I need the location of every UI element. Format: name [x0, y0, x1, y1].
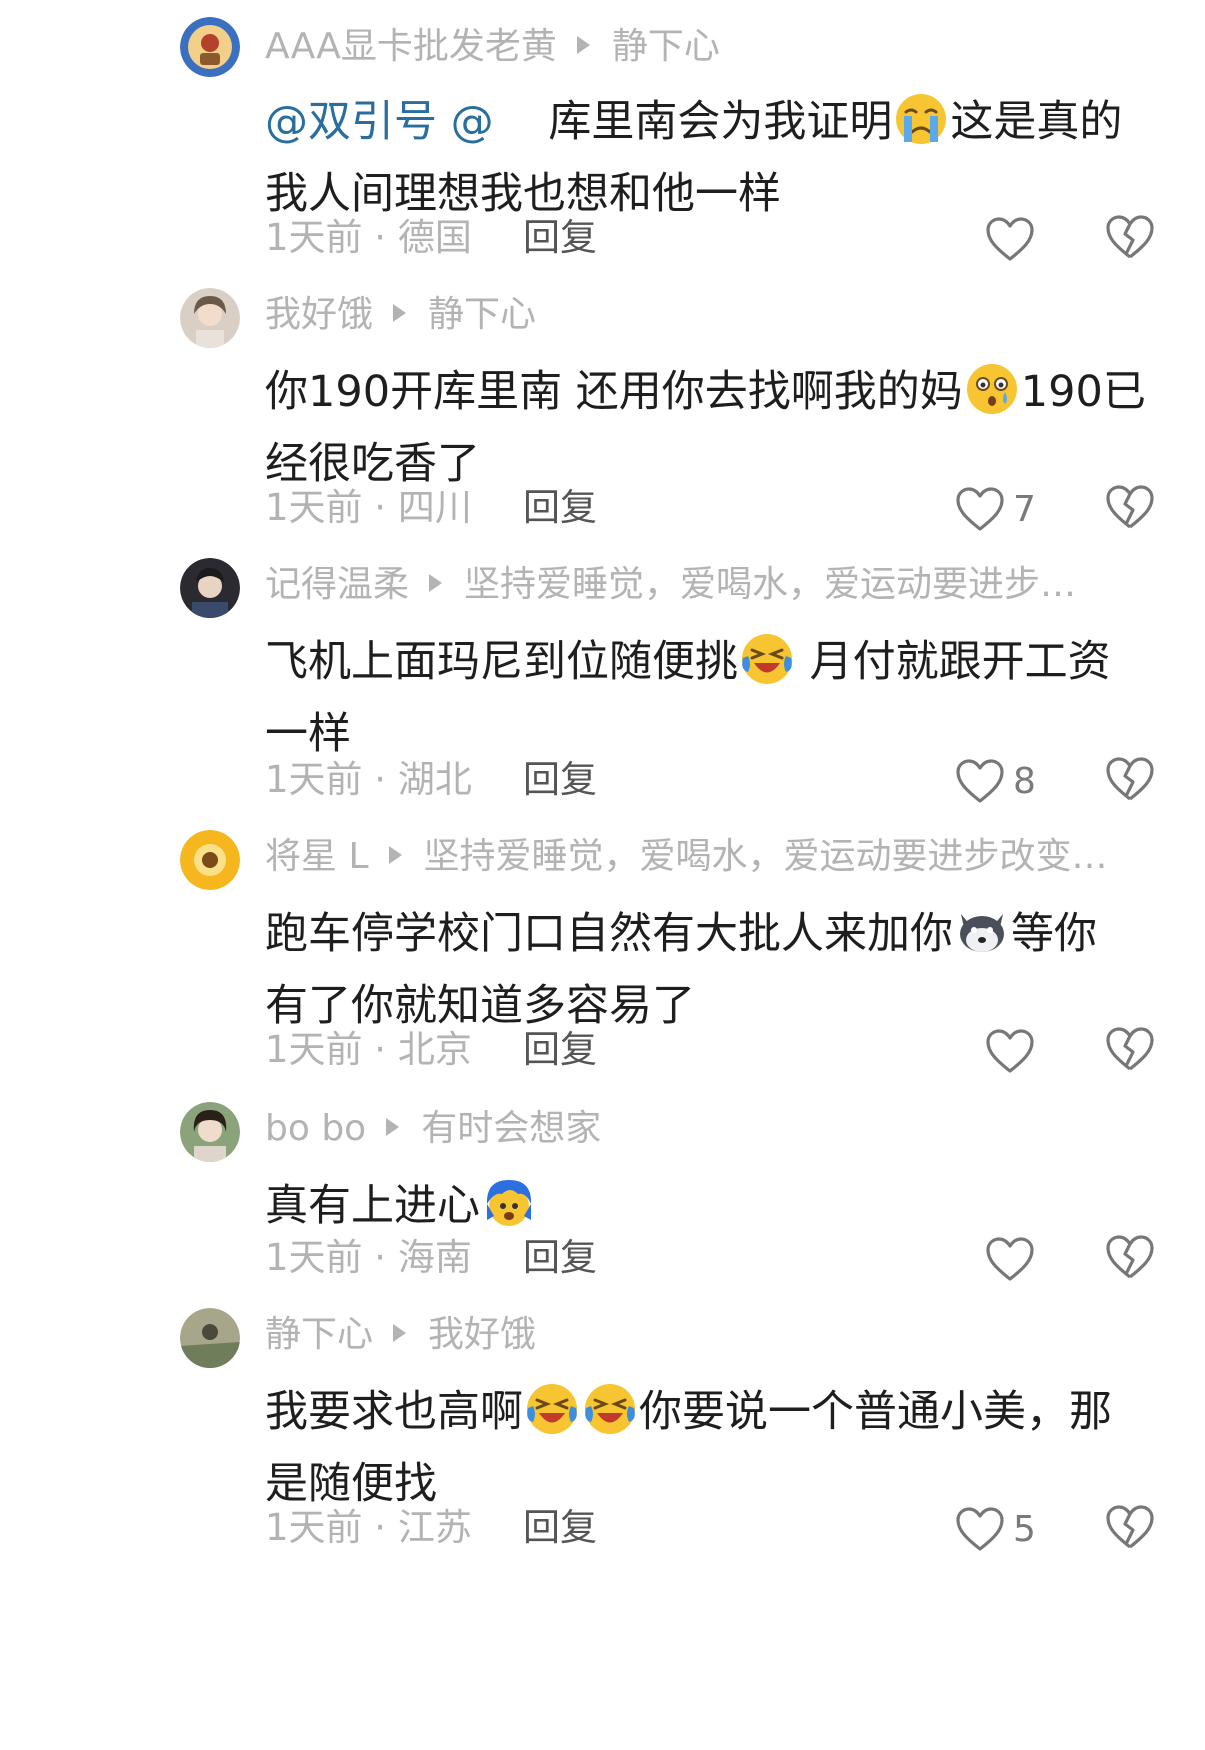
reply-to-username[interactable]: 我好饿: [428, 1314, 536, 1355]
broken-heart-icon: [1105, 1234, 1155, 1280]
reply-to-username[interactable]: 坚持爱睡觉，爱喝水，爱运动要进步…: [464, 564, 1076, 605]
comment-text: 飞机上面玛尼到位随便挑 月付就跟开工资 一样: [265, 626, 1165, 770]
reply-button[interactable]: 回复: [523, 1020, 597, 1080]
comment-text-segment: 等你: [1011, 909, 1097, 959]
reply-button[interactable]: 回复: [523, 208, 597, 268]
like-button[interactable]: 7: [955, 484, 1043, 534]
comment-meta: 我好饿 静下心: [265, 290, 536, 340]
comment-footer: 1天前 · 北京 回复: [265, 1020, 1165, 1080]
time-location: 1天前 · 德国: [265, 216, 472, 259]
comment-text-segment: 我要求也高啊: [265, 1387, 523, 1437]
heart-icon: [955, 758, 1005, 804]
comment-meta: AAA显卡批发老黄 静下心: [265, 22, 720, 72]
dislike-button[interactable]: [1105, 1234, 1155, 1284]
dislike-button[interactable]: [1105, 484, 1155, 534]
username[interactable]: bo bo: [265, 1108, 366, 1149]
comment-meta: 静下心 我好饿: [265, 1310, 536, 1360]
reply-button[interactable]: 回复: [523, 1228, 597, 1288]
comment-text-segment: 这是真的: [950, 97, 1123, 147]
like-button[interactable]: 5: [955, 1504, 1043, 1554]
comment-footer: 1天前 · 德国 回复: [265, 208, 1165, 268]
heart-icon: [955, 1506, 1005, 1552]
username[interactable]: 记得温柔: [265, 564, 409, 605]
reply-arrow-icon: [388, 846, 402, 864]
username[interactable]: 静下心: [265, 1314, 373, 1355]
heart-icon: [985, 216, 1035, 262]
comment-text-segment: 190已: [1020, 367, 1146, 417]
comment-footer: 1天前 · 四川 回复 7: [265, 478, 1165, 538]
time-location: 1天前 · 海南: [265, 1236, 472, 1279]
reply-to-username[interactable]: 静下心: [612, 26, 720, 67]
like-count: 7: [1013, 488, 1036, 530]
comment-text-segment: 你要说一个普通小美，那: [639, 1387, 1112, 1437]
shocked-emoji-icon: [965, 362, 1019, 416]
heart-icon: [985, 1236, 1035, 1282]
like-button[interactable]: 8: [955, 756, 1043, 806]
sad-tear-emoji-icon: [894, 92, 948, 146]
comment-meta: bo bo 有时会想家: [265, 1104, 601, 1154]
avatar[interactable]: [180, 830, 240, 890]
comment-text-segment: 真有上进心: [265, 1181, 480, 1231]
like-count: 5: [1013, 1508, 1036, 1550]
comment-text-segment: 跑车停学校门口自然有大批人来加你: [265, 909, 953, 959]
comment-text-segment: 飞机上面玛尼到位随便挑: [265, 637, 738, 687]
reply-arrow-icon: [576, 36, 590, 54]
heart-icon: [985, 1028, 1035, 1074]
reply-arrow-icon: [393, 1324, 407, 1342]
husky-emoji-icon: [955, 904, 1009, 958]
broken-heart-icon: [1105, 1504, 1155, 1550]
username[interactable]: AAA显卡批发老黄: [265, 26, 557, 67]
like-button[interactable]: [985, 214, 1073, 264]
laugh-cry-emoji-icon: [583, 1382, 637, 1436]
dislike-button[interactable]: [1105, 756, 1155, 806]
username[interactable]: 我好饿: [265, 294, 373, 335]
time-location: 1天前 · 江苏: [265, 1506, 472, 1549]
heart-icon: [955, 486, 1005, 532]
broken-heart-icon: [1105, 484, 1155, 530]
reply-button[interactable]: 回复: [523, 750, 597, 810]
laugh-cry-emoji-icon: [525, 1382, 579, 1436]
dislike-button[interactable]: [1105, 1504, 1155, 1554]
broken-heart-icon: [1105, 756, 1155, 802]
reply-to-username[interactable]: 坚持爱睡觉，爱喝水，爱运动要进步改变…: [424, 836, 1108, 877]
reply-button[interactable]: 回复: [523, 1498, 597, 1558]
dislike-button[interactable]: [1105, 1026, 1155, 1076]
username[interactable]: 将星 L: [265, 836, 369, 877]
like-count: 8: [1013, 760, 1036, 802]
comment-text-segment: 库里南会为我证明: [548, 97, 893, 147]
dislike-button[interactable]: [1105, 214, 1155, 264]
time-location: 1天前 · 湖北: [265, 758, 472, 801]
avatar[interactable]: [180, 558, 240, 618]
avatar[interactable]: [180, 17, 240, 77]
reply-to-username[interactable]: 静下心: [428, 294, 536, 335]
broken-heart-icon: [1105, 1026, 1155, 1072]
blue-hair-emoji-icon: [482, 1176, 536, 1230]
reply-to-username[interactable]: 有时会想家: [421, 1108, 601, 1149]
mention-link[interactable]: @双引号: [265, 97, 437, 147]
reply-arrow-icon: [386, 1118, 400, 1136]
comment-footer: 1天前 · 江苏 回复 5: [265, 1498, 1165, 1558]
laugh-cry-emoji-icon: [740, 632, 794, 686]
comment-text-segment: 月付就跟开工资: [796, 637, 1111, 687]
time-location: 1天前 · 四川: [265, 486, 472, 529]
comment-meta: 记得温柔 坚持爱睡觉，爱喝水，爱运动要进步…: [265, 560, 1076, 610]
comment-footer: 1天前 · 湖北 回复 8: [265, 750, 1165, 810]
reply-arrow-icon: [429, 574, 443, 592]
avatar[interactable]: [180, 1102, 240, 1162]
mention-link[interactable]: @: [451, 97, 494, 147]
comment-footer: 1天前 · 海南 回复: [265, 1228, 1165, 1288]
broken-heart-icon: [1105, 214, 1155, 260]
avatar[interactable]: [180, 288, 240, 348]
time-location: 1天前 · 北京: [265, 1028, 472, 1071]
like-button[interactable]: [985, 1234, 1073, 1284]
reply-arrow-icon: [393, 304, 407, 322]
like-button[interactable]: [985, 1026, 1073, 1076]
avatar[interactable]: [180, 1308, 240, 1368]
comment-meta: 将星 L 坚持爱睡觉，爱喝水，爱运动要进步改变…: [265, 832, 1108, 882]
comment-text-segment: 你190开库里南 还用你去找啊我的妈: [265, 367, 963, 417]
reply-button[interactable]: 回复: [523, 478, 597, 538]
